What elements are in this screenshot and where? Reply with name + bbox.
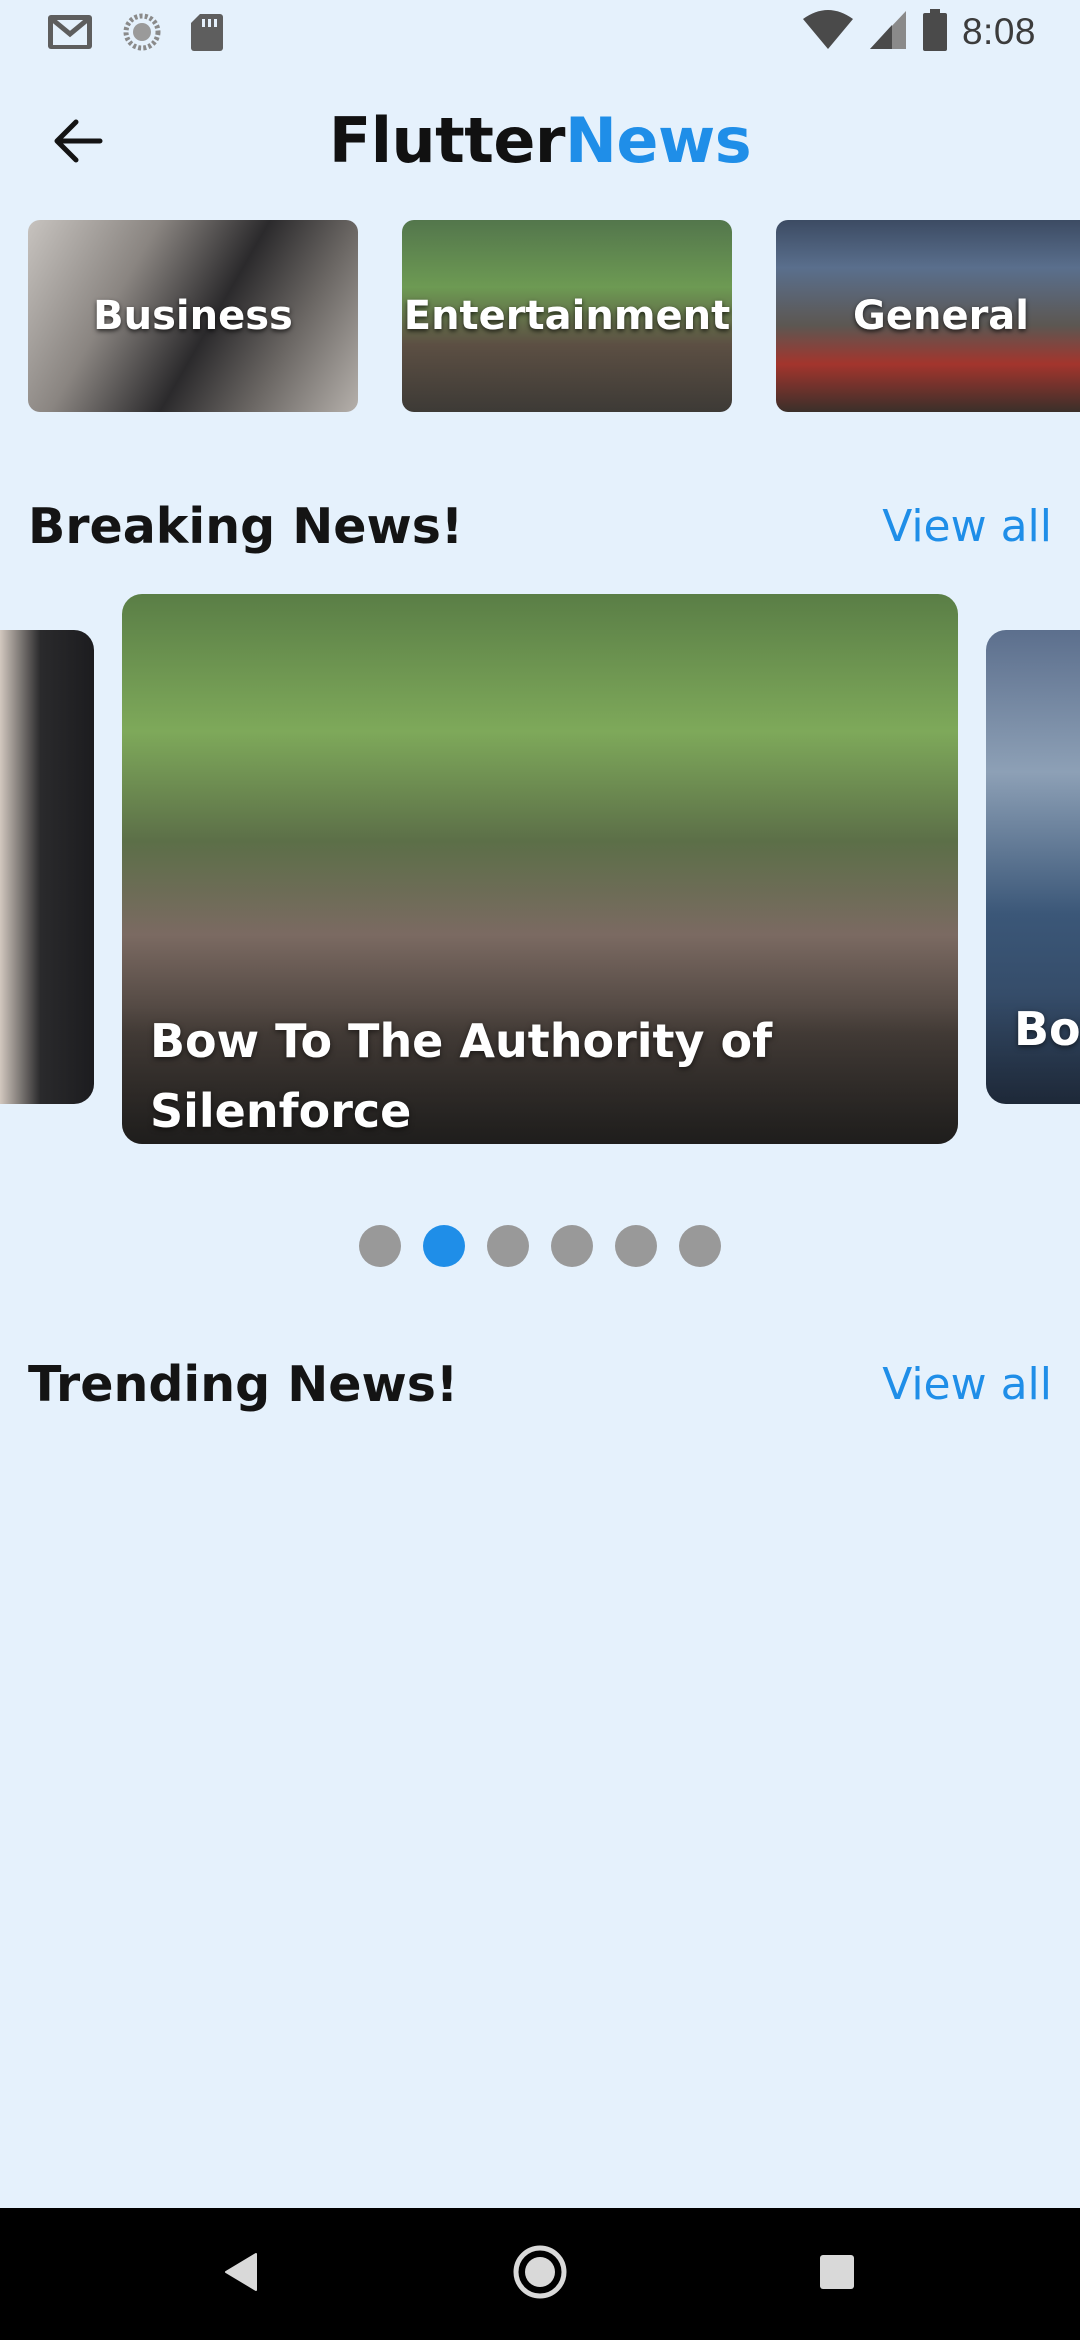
slide-title: Bow (1014, 1002, 1080, 1056)
sd-card-icon (190, 12, 224, 56)
system-nav-bar (0, 2208, 1080, 2340)
app-bar: FlutterNews (0, 88, 1080, 198)
category-label: Business (93, 293, 293, 339)
app-title-news: News (565, 104, 752, 177)
battery-icon (922, 8, 948, 56)
pager-dot[interactable] (551, 1225, 593, 1267)
category-card-general[interactable]: General (776, 220, 1080, 412)
home-circle-icon (512, 2244, 568, 2304)
category-card-entertainment[interactable]: Entertainment (402, 220, 732, 412)
pager-dot[interactable] (487, 1225, 529, 1267)
carousel-slide-next[interactable]: Bow (986, 630, 1080, 1104)
breaking-news-carousel[interactable]: Bow To The Authority of Silenforce Bow (0, 594, 1080, 1144)
category-label: Entertainment (403, 293, 731, 339)
clock: 8:08 (961, 11, 1036, 52)
breaking-view-all-link[interactable]: View all (882, 501, 1052, 552)
pager-dot-active[interactable] (423, 1225, 465, 1267)
breaking-news-title: Breaking News! (28, 498, 464, 555)
trending-news-title: Trending News! (28, 1356, 459, 1413)
status-notifications (46, 12, 224, 56)
app-title-flutter: Flutter (328, 104, 566, 177)
recents-square-icon (818, 2253, 856, 2295)
pager-dot[interactable] (359, 1225, 401, 1267)
category-list: Business Entertainment General (28, 220, 1080, 414)
category-label: General (853, 293, 1029, 339)
carousel-slide-previous[interactable] (0, 630, 94, 1104)
nav-recents-button[interactable] (771, 2208, 903, 2340)
pager-dot[interactable] (615, 1225, 657, 1267)
breaking-news-header: Breaking News! View all (28, 498, 1052, 555)
carousel-pager (0, 1225, 1080, 1267)
slide-title: Bow To The Authority of Silenforce (150, 1014, 773, 1138)
cell-signal-icon (868, 9, 908, 55)
screen: 8:08 FlutterNews Business Entertainment … (0, 0, 1080, 2340)
nav-back-button[interactable] (176, 2208, 308, 2340)
nav-home-button[interactable] (474, 2208, 606, 2340)
wifi-icon (802, 9, 854, 55)
status-bar: 8:08 (0, 0, 1080, 66)
category-card-business[interactable]: Business (28, 220, 358, 412)
app-title: FlutterNews (0, 104, 1080, 177)
trending-view-all-link[interactable]: View all (882, 1359, 1052, 1410)
status-system: 8:08 (802, 8, 1036, 56)
pager-dot[interactable] (679, 1225, 721, 1267)
slide-caption: Bow To The Authority of Silenforce (122, 1006, 958, 1144)
back-triangle-icon (222, 2251, 262, 2297)
arrow-left-icon (52, 118, 104, 168)
slide-caption: Bow (986, 994, 1080, 1104)
trending-news-header: Trending News! View all (28, 1356, 1052, 1413)
back-button[interactable] (38, 110, 118, 176)
carousel-slide-current[interactable]: Bow To The Authority of Silenforce (122, 594, 958, 1144)
gmail-icon (46, 12, 94, 56)
sync-icon (122, 12, 162, 56)
